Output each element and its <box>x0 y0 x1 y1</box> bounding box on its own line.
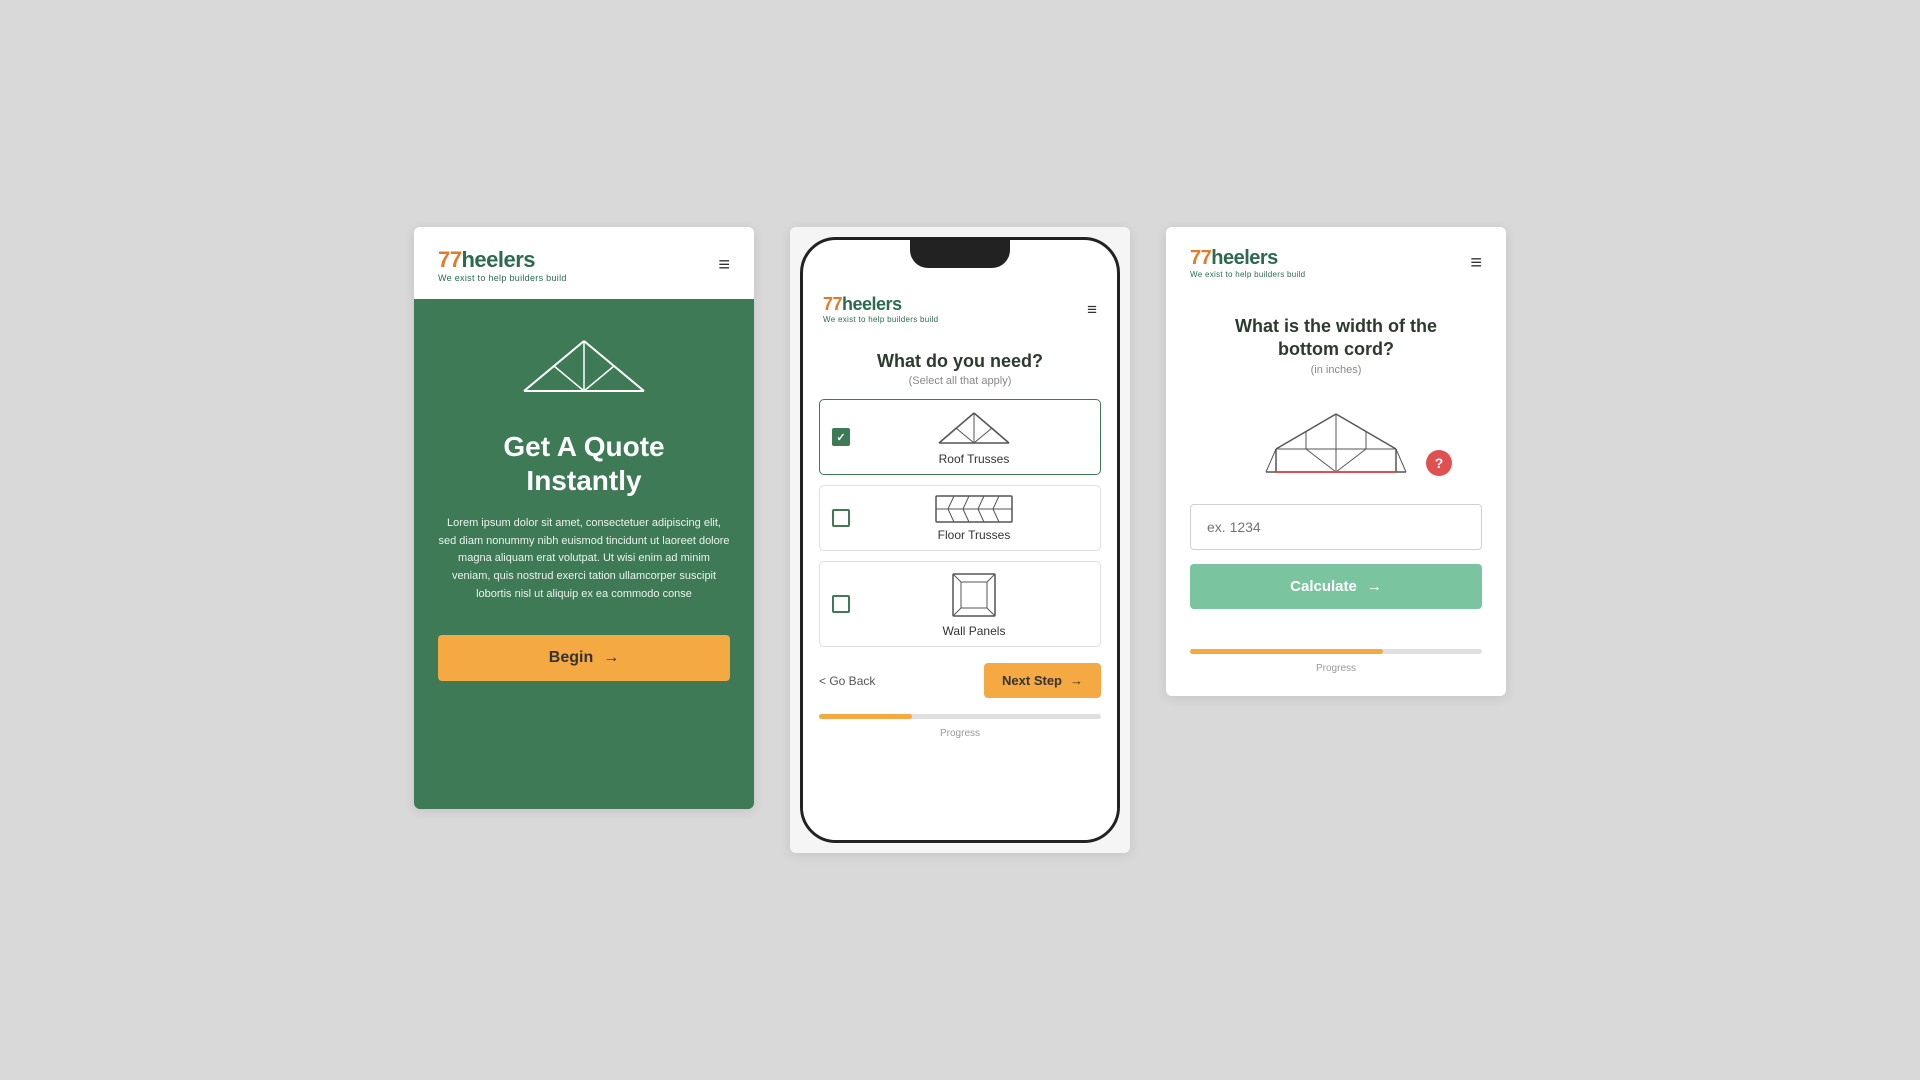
screen3-question: What is the width of the bottom cord? (i… <box>1190 315 1482 376</box>
screen1-hero-text: Lorem ipsum dolor sit amet, consectetuer… <box>438 515 730 603</box>
option-floor-trusses-label: Floor Trusses <box>938 528 1011 542</box>
screen2-header: 77heelers We exist to help builders buil… <box>803 280 1117 334</box>
screen2-progress-section: Progress <box>803 706 1117 753</box>
next-step-button[interactable]: Next Step → <box>984 663 1101 698</box>
screen2-logo: 77heelers We exist to help builders buil… <box>823 294 938 324</box>
screen1-hero: Get A Quote Instantly Lorem ipsum dolor … <box>414 299 754 809</box>
screen3-logo-subtitle: We exist to help builders build <box>1190 270 1305 279</box>
screen3-card: 77heelers We exist to help builders buil… <box>1166 227 1506 696</box>
width-input[interactable] <box>1190 504 1482 550</box>
screen1-logo-title: 77heelers <box>438 247 567 273</box>
go-back-button[interactable]: < Go Back <box>819 674 875 688</box>
screen3-progress-label: Progress <box>1316 663 1356 674</box>
screen3-main: What is the width of the bottom cord? (i… <box>1166 295 1506 633</box>
screen2-logo-subtitle: We exist to help builders build <box>823 315 938 324</box>
phone-notch <box>910 240 1010 268</box>
screen2-progress-bar-bg <box>819 714 1101 719</box>
screen2-inner: 77heelers We exist to help builders buil… <box>803 280 1117 840</box>
screen3-hamburger-icon[interactable]: ≡ <box>1470 253 1482 273</box>
options-list: ✓ <box>803 399 1117 647</box>
screen1-card: 77heelers We exist to help builders buil… <box>414 227 754 809</box>
screen3-progress-section: Progress <box>1166 633 1506 696</box>
option-wall-panels-label: Wall Panels <box>943 624 1006 638</box>
option-wall-panels[interactable]: Wall Panels <box>819 561 1101 647</box>
screen1-hero-title: Get A Quote Instantly <box>503 430 664 497</box>
option-wall-panels-content: Wall Panels <box>860 570 1088 638</box>
screen2-question-title: What do you need? <box>823 350 1097 373</box>
checkbox-floor-trusses[interactable] <box>832 509 850 527</box>
screen2-question-section: What do you need? (Select all that apply… <box>803 334 1117 399</box>
screen3-question-title: What is the width of the bottom cord? <box>1190 315 1482 362</box>
hero-truss-illustration <box>514 331 654 406</box>
screen3-header: 77heelers We exist to help builders buil… <box>1166 227 1506 295</box>
screen3-truss-diagram: ? <box>1190 394 1482 484</box>
screen2-logo-title: 77heelers <box>823 294 938 315</box>
screen1-header: 77heelers We exist to help builders buil… <box>414 227 754 299</box>
screen1-logo-subtitle: We exist to help builders build <box>438 273 567 283</box>
option-roof-trusses-label: Roof Trusses <box>939 452 1010 466</box>
hamburger-menu-icon[interactable]: ≡ <box>718 255 730 275</box>
screen2-question-subtitle: (Select all that apply) <box>823 375 1097 387</box>
calculate-button[interactable]: Calculate → <box>1190 564 1482 609</box>
screen3-progress-bar-fill <box>1190 649 1383 654</box>
option-roof-trusses[interactable]: ✓ <box>819 399 1101 475</box>
phone-mockup: 77heelers We exist to help builders buil… <box>800 237 1120 843</box>
screen2-hamburger-icon[interactable]: ≡ <box>1087 301 1097 318</box>
screen2-phone-outer: 77heelers We exist to help builders buil… <box>790 227 1130 853</box>
option-floor-trusses-content: Floor Trusses <box>860 494 1088 542</box>
screen1-logo: 77heelers We exist to help builders buil… <box>438 247 567 283</box>
screen3-logo: 77heelers We exist to help builders buil… <box>1190 247 1305 279</box>
checkbox-wall-panels[interactable] <box>832 595 850 613</box>
screen2-nav-row: < Go Back Next Step → <box>803 647 1117 706</box>
screen2-progress-label: Progress <box>940 728 980 739</box>
option-roof-trusses-content: Roof Trusses <box>860 408 1088 466</box>
screen3-question-subtitle: (in inches) <box>1190 364 1482 376</box>
option-floor-trusses[interactable]: Floor Trusses <box>819 485 1101 551</box>
screen3-progress-bar-bg <box>1190 649 1482 654</box>
screens-container: 77heelers We exist to help builders buil… <box>374 167 1546 913</box>
begin-button[interactable]: Begin → <box>438 635 730 681</box>
screen2-progress-bar-fill <box>819 714 912 719</box>
help-badge[interactable]: ? <box>1426 450 1452 476</box>
checkbox-roof-trusses[interactable]: ✓ <box>832 428 850 446</box>
screen3-logo-title: 77heelers <box>1190 247 1305 270</box>
